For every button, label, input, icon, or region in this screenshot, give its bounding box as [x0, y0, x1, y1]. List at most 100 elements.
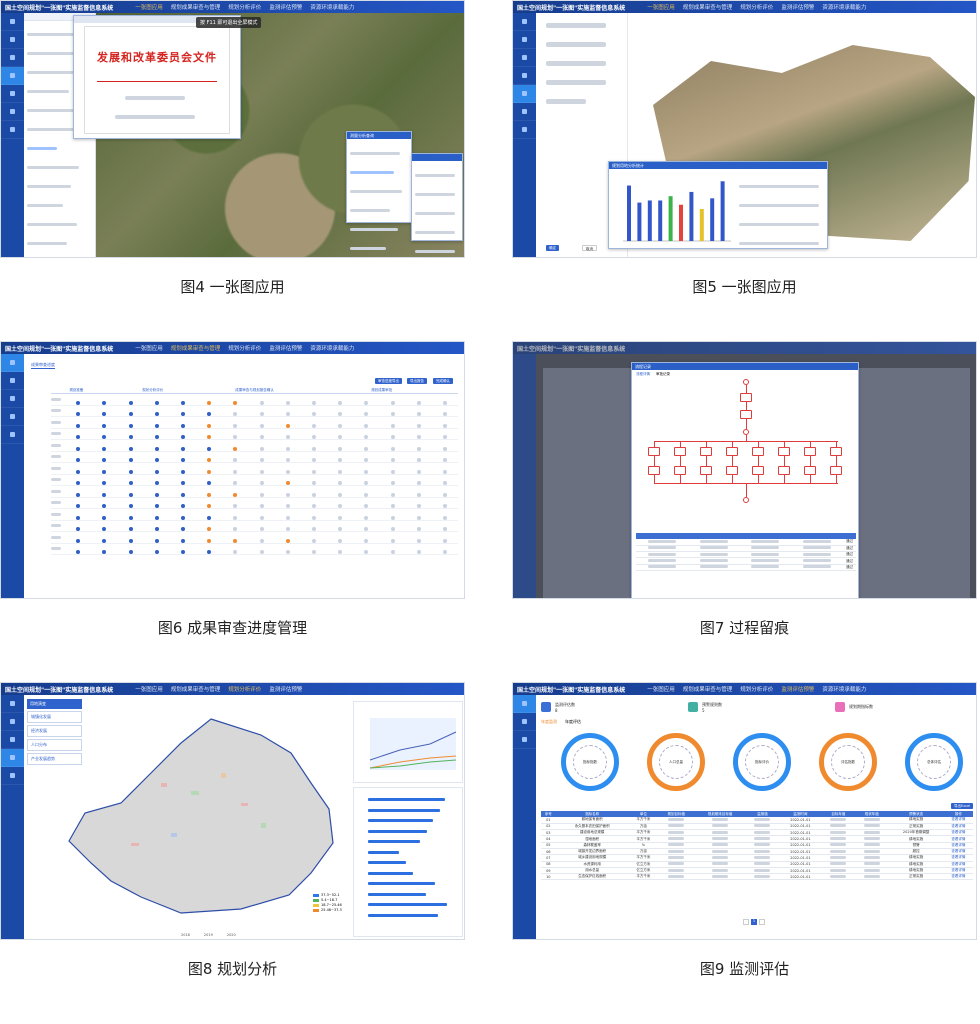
legend-swatch [313, 908, 319, 912]
tab-progress[interactable]: 成果审查进度 [31, 362, 55, 369]
flow-connector [654, 475, 655, 483]
chart-icon [10, 736, 15, 742]
confirm-button[interactable]: 完成确认 [433, 378, 453, 384]
sidebar-item[interactable] [1, 408, 24, 426]
sidebar-item[interactable] [513, 121, 536, 139]
analysis-icon [10, 754, 15, 760]
menu-item-2[interactable]: 规划分析评价 [228, 685, 261, 693]
bar [368, 850, 399, 854]
menu-item-3[interactable]: 监测评估预警 [781, 685, 814, 693]
sidebar-item[interactable] [1, 372, 24, 390]
legend-label: 5.4~18.7 [321, 898, 338, 902]
region-map[interactable] [61, 713, 351, 923]
cancel-button[interactable]: 取消 [582, 245, 597, 251]
menu-item-4[interactable]: 资源环境承载能力 [310, 3, 354, 11]
stats-popup[interactable]: 规划用地分析统计 [608, 161, 828, 249]
search-icon [10, 772, 15, 778]
menu-item-4[interactable]: 资源环境承载能力 [822, 3, 866, 11]
menu-item-2[interactable]: 规划分析评价 [740, 685, 773, 693]
monitor-icon [522, 700, 527, 706]
sidebar-item-active[interactable] [513, 85, 536, 103]
document-viewer[interactable]: 发展和改革委员会文件 [73, 15, 241, 139]
menu-item-0[interactable]: 一张图应用 [647, 685, 675, 693]
menu-item-0[interactable]: 一张图应用 [135, 344, 163, 352]
sidebar-item[interactable] [513, 49, 536, 67]
menu-item-1[interactable]: 规划成果审查与管理 [171, 3, 221, 11]
menu-item-0[interactable]: 一张图应用 [135, 685, 163, 693]
menu-item-2[interactable]: 规划分析评价 [228, 344, 261, 352]
kpi-icon [541, 702, 551, 712]
sidebar-item[interactable] [1, 695, 24, 713]
pagination[interactable]: 1 [743, 919, 765, 925]
caption-fig7: 图7 过程留痕 [699, 619, 790, 637]
sidebar-item-active[interactable] [513, 695, 536, 713]
sidebar-item[interactable] [1, 767, 24, 785]
menu-item-3[interactable]: 监测评估预警 [269, 344, 302, 352]
menu-item-4[interactable]: 资源环境承载能力 [822, 685, 866, 693]
menu-item-3[interactable]: 监测评估预警 [781, 3, 814, 11]
query-popup[interactable]: 测量分析查询 [346, 131, 412, 250]
screenshot-fig5: 国土空间规划"一张图"实施监督信息系统 一张图应用 规划成果审查与管理 规划分析… [512, 0, 977, 258]
confirm-button[interactable]: 确定 [546, 245, 559, 251]
sidebar-item-active[interactable] [1, 749, 24, 767]
kpi-label: 预警规则数 [702, 701, 722, 707]
menu-item-4[interactable]: 资源环境承载能力 [310, 344, 354, 352]
sidebar-item[interactable] [513, 103, 536, 121]
sidebar-item[interactable] [1, 49, 24, 67]
menu-item-1[interactable]: 规划成果审查与管理 [683, 685, 733, 693]
sidebar-item[interactable] [1, 121, 24, 139]
sidebar-item[interactable] [1, 426, 24, 444]
sidebar-item[interactable] [1, 390, 24, 408]
layer-icon [10, 700, 15, 706]
sidebar-item[interactable] [513, 713, 536, 731]
sidebar-item[interactable] [1, 103, 24, 121]
bar [368, 819, 433, 822]
bar [368, 913, 439, 917]
sidebar-item-active[interactable] [1, 354, 24, 372]
bar [368, 882, 435, 885]
sidebar-item[interactable] [1, 85, 24, 103]
menu-item-3[interactable]: 监测评估预警 [269, 685, 302, 693]
status-dot [128, 550, 133, 555]
year-timeline[interactable]: 2018 2019 2020 [181, 933, 236, 937]
sidebar-item[interactable] [1, 31, 24, 49]
bar [368, 798, 446, 801]
bar [368, 871, 413, 875]
table-row: 通过 [636, 564, 856, 572]
flow-record-modal[interactable]: 流程记录 流程详情 审批记录 通过 通过 通过 通过 通过 [631, 362, 859, 598]
export-report-button[interactable]: 导出报告 [407, 378, 427, 384]
export-progress-button[interactable]: 审查进度导出 [375, 378, 402, 384]
sidebar-item[interactable] [513, 731, 536, 749]
sidebar-item-active[interactable] [1, 67, 24, 85]
detail-popup[interactable] [411, 153, 463, 253]
sidebar-item[interactable] [513, 67, 536, 85]
sidebar-item[interactable] [1, 713, 24, 731]
sidebar-item[interactable] [1, 13, 24, 31]
flow-connector [732, 456, 733, 466]
menu-item-1[interactable]: 规划成果审查与管理 [683, 3, 733, 11]
menu-item-3[interactable]: 监测评估预警 [269, 3, 302, 11]
menu-item-1[interactable]: 规划成果审查与管理 [171, 344, 221, 352]
table-row [51, 544, 458, 555]
menu-item-1[interactable]: 规划成果审查与管理 [171, 685, 221, 693]
bar [368, 829, 428, 833]
tool-icon [10, 108, 15, 114]
bar [689, 191, 694, 241]
menu-item-2[interactable]: 规划分析评价 [228, 3, 261, 11]
menu-item-0[interactable]: 一张图应用 [647, 3, 675, 11]
view-detail-link[interactable]: 查看详情 [943, 873, 973, 881]
progress-table: 规划准备 现状分析评价 成果审查与规划报告确认 规划成果审批 [51, 388, 458, 555]
menu-item-2[interactable]: 规划分析评价 [740, 3, 773, 11]
system-title: 国土空间规划"一张图"实施监督信息系统 [517, 686, 626, 694]
flow-node [804, 447, 816, 456]
sidebar-item[interactable] [1, 731, 24, 749]
menu-item-active[interactable]: 用地演变 [27, 699, 82, 709]
menu-item-0[interactable]: 一张图应用 [135, 3, 163, 11]
bar [679, 204, 683, 241]
tab-annual-eval[interactable]: 年度评估 [565, 719, 581, 725]
sidebar-item[interactable] [513, 13, 536, 31]
tab-annual-monitor[interactable]: 年度监测 [541, 719, 557, 725]
status-dot [102, 550, 107, 555]
sidebar-item[interactable] [513, 31, 536, 49]
export-excel-button[interactable]: 导出Excel [951, 803, 974, 809]
